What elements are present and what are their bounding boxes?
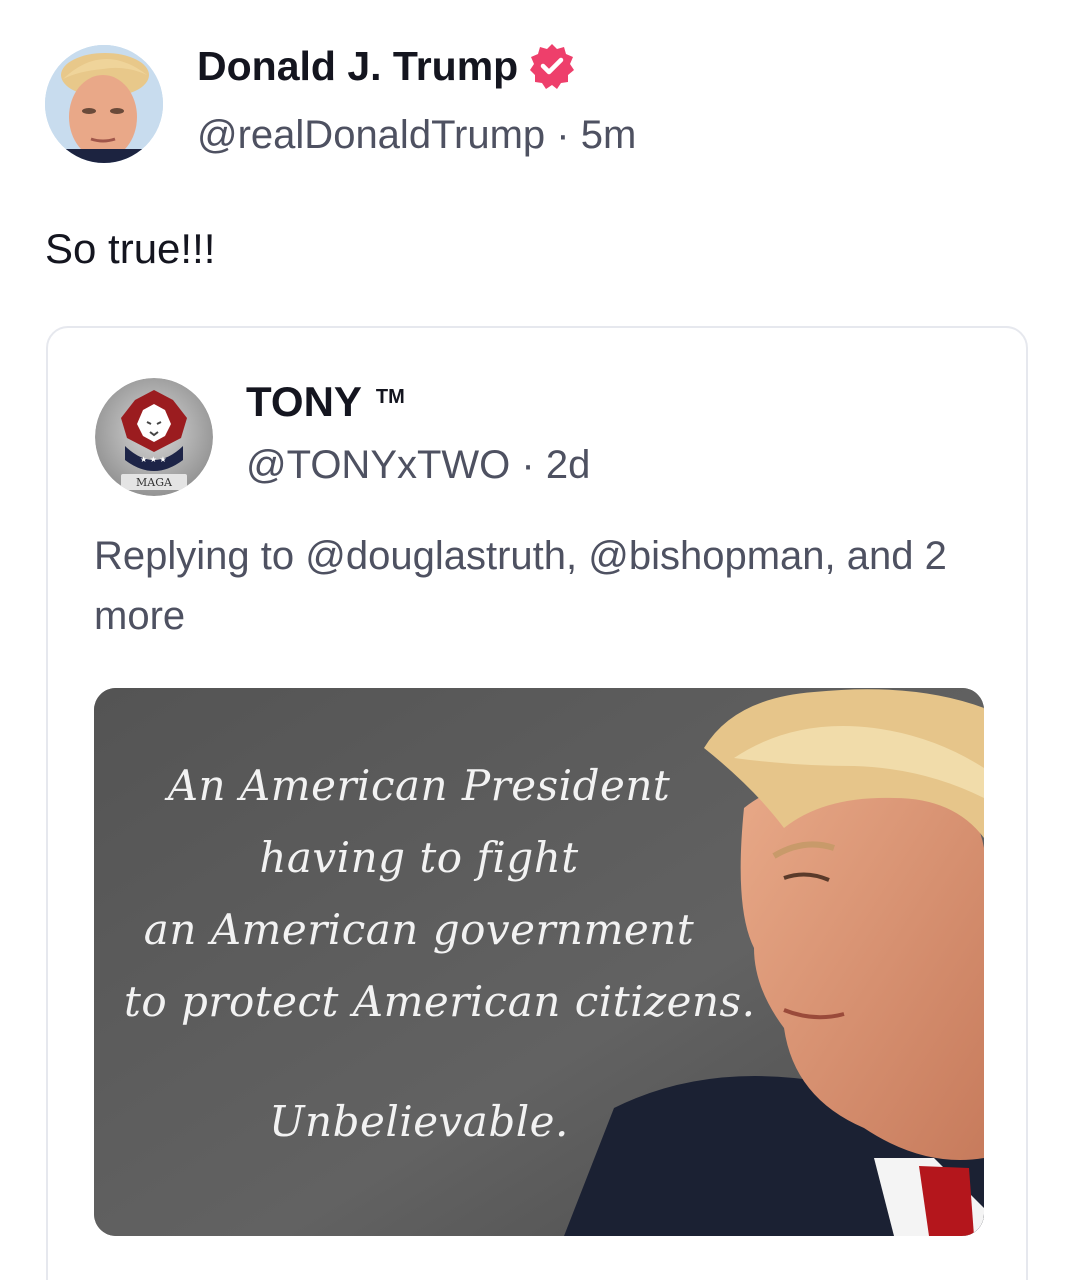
maga-lion-logo: ★ ★ ★ MAGA <box>95 378 213 496</box>
meme-line-1: An American President <box>167 761 671 810</box>
post-view: Donald J. Trump @realDonaldTrump · 5m So… <box>0 0 1075 1280</box>
meta-separator: · <box>556 113 570 157</box>
meme-spacer <box>124 1038 714 1086</box>
quoted-post-time[interactable]: 2d <box>546 443 591 487</box>
meme-line-2: having to fight <box>259 833 579 882</box>
svg-text:MAGA: MAGA <box>136 476 173 489</box>
quoted-author-name[interactable]: TONY TM <box>246 378 405 426</box>
author-name[interactable]: Donald J. Trump <box>197 42 576 90</box>
quoted-post-image[interactable]: An American President having to fight an… <box>94 688 984 1236</box>
trademark-mark: TM <box>375 386 405 408</box>
meme-line-3: an American government <box>143 905 695 954</box>
author-avatar[interactable] <box>45 45 163 163</box>
meme-closing: Unbelievable. <box>269 1097 569 1146</box>
author-handle-line: @realDonaldTrump · 5m <box>197 113 636 158</box>
quoted-author-avatar[interactable]: ★ ★ ★ MAGA <box>95 378 213 496</box>
svg-text:★ ★ ★: ★ ★ ★ <box>140 455 167 464</box>
verified-badge-icon <box>530 44 575 89</box>
meme-caption: An American President having to fight an… <box>124 750 756 1158</box>
quoted-author-handle[interactable]: @TONYxTWO <box>246 443 510 487</box>
quoted-author-name-text: TONY <box>246 378 362 425</box>
author-handle[interactable]: @realDonaldTrump <box>197 113 545 157</box>
meme-line-4: to protect American citizens. <box>124 977 756 1026</box>
post-time[interactable]: 5m <box>581 113 637 157</box>
replying-to-text[interactable]: Replying to @douglastruth, @bishopman, a… <box>94 526 974 646</box>
author-avatar-image <box>45 45 163 163</box>
post-body: So true!!! <box>45 225 216 272</box>
quoted-post-card[interactable]: ★ ★ ★ MAGA TONY TM @TONYxTWO · 2d Replyi… <box>46 326 1028 1280</box>
author-name-text: Donald J. Trump <box>197 42 519 89</box>
quoted-author-handle-line: @TONYxTWO · 2d <box>246 443 590 488</box>
quoted-meta-separator: · <box>521 443 535 487</box>
